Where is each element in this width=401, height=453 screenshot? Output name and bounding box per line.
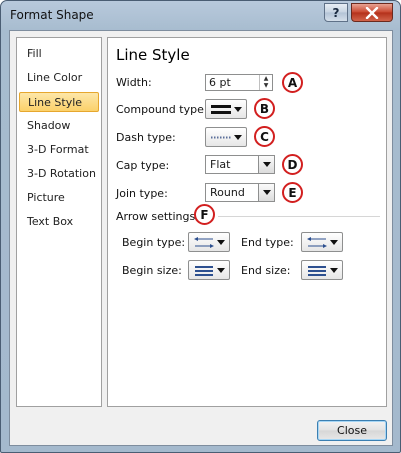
callout-b: B: [254, 98, 275, 119]
category-list: Fill Line Color Line Style Shadow 3-D Fo…: [16, 37, 102, 407]
panel-heading: Line Style: [116, 46, 190, 64]
chevron-down-icon: [234, 135, 242, 140]
width-spin-arrows[interactable]: ▲ ▼: [259, 75, 272, 90]
end-type-dropdown[interactable]: [301, 232, 343, 252]
chevron-down-icon: [330, 268, 338, 273]
chevron-down-icon: [330, 240, 338, 245]
nav-item-3d-rotation[interactable]: 3-D Rotation: [19, 164, 99, 184]
callout-a: A: [282, 72, 303, 93]
end-size-dropdown[interactable]: [301, 260, 343, 280]
compound-type-label: Compound type:: [116, 103, 208, 116]
format-shape-dialog: Format Shape ? Fill Line Color Line Styl…: [0, 0, 401, 453]
compound-type-dropdown[interactable]: [205, 99, 247, 119]
cap-type-value: Flat: [210, 158, 231, 171]
callout-c: C: [254, 126, 275, 147]
dialog-title: Format Shape: [10, 8, 94, 22]
dialog-body: Fill Line Color Line Style Shadow 3-D Fo…: [9, 30, 393, 446]
dash-type-label: Dash type:: [116, 131, 176, 144]
chevron-down-icon: [234, 107, 242, 112]
end-type-label: End type:: [241, 236, 294, 249]
dash-type-dropdown[interactable]: [205, 127, 247, 147]
nav-item-3d-format[interactable]: 3-D Format: [19, 140, 99, 160]
arrow-size-icon: [195, 266, 213, 276]
chevron-down-icon: [217, 240, 225, 245]
join-type-label: Join type:: [116, 187, 168, 200]
arrow-type-icon: [194, 237, 214, 248]
title-bar[interactable]: Format Shape ?: [1, 1, 400, 29]
cap-type-select[interactable]: Flat: [205, 155, 275, 174]
begin-size-label: Begin size:: [122, 264, 182, 277]
help-button[interactable]: ?: [324, 3, 348, 22]
nav-item-line-color[interactable]: Line Color: [19, 68, 99, 88]
arrow-size-icon: [308, 266, 326, 276]
chevron-down-icon[interactable]: [258, 156, 274, 173]
nav-item-shadow[interactable]: Shadow: [19, 116, 99, 136]
dash-line-icon: [211, 136, 231, 139]
chevron-down-icon: [217, 268, 225, 273]
close-button[interactable]: Close: [317, 420, 387, 441]
join-type-select[interactable]: Round: [205, 183, 275, 202]
spin-up-icon[interactable]: ▲: [260, 75, 272, 82]
cap-type-label: Cap type:: [116, 159, 170, 172]
begin-type-dropdown[interactable]: [188, 232, 230, 252]
nav-item-text-box[interactable]: Text Box: [19, 212, 99, 232]
callout-f: F: [194, 204, 215, 225]
begin-size-dropdown[interactable]: [188, 260, 230, 280]
close-icon: [365, 6, 379, 19]
join-type-value: Round: [210, 186, 245, 199]
nav-item-fill[interactable]: Fill: [19, 44, 99, 64]
callout-d: D: [282, 154, 303, 175]
spin-down-icon[interactable]: ▼: [260, 82, 272, 89]
close-button-label: Close: [337, 424, 367, 437]
nav-item-line-style[interactable]: Line Style: [19, 92, 99, 112]
end-size-label: End size:: [241, 264, 291, 277]
width-label: Width:: [116, 76, 152, 89]
nav-item-picture[interactable]: Picture: [19, 188, 99, 208]
width-value: 6 pt: [209, 76, 231, 89]
window-close-button[interactable]: [351, 3, 393, 22]
width-spinner[interactable]: 6 pt ▲ ▼: [205, 74, 273, 91]
begin-type-label: Begin type:: [122, 236, 186, 249]
compound-lines-icon: [211, 105, 231, 114]
chevron-down-icon[interactable]: [258, 184, 274, 201]
callout-e: E: [282, 182, 303, 203]
arrow-settings-heading: Arrow settings: [116, 210, 196, 223]
help-icon: ?: [332, 5, 340, 20]
arrow-type-icon: [307, 237, 327, 248]
line-style-panel: Line Style Width: 6 pt ▲ ▼ A Compound ty…: [107, 37, 387, 407]
arrow-settings-divider: [218, 216, 380, 217]
